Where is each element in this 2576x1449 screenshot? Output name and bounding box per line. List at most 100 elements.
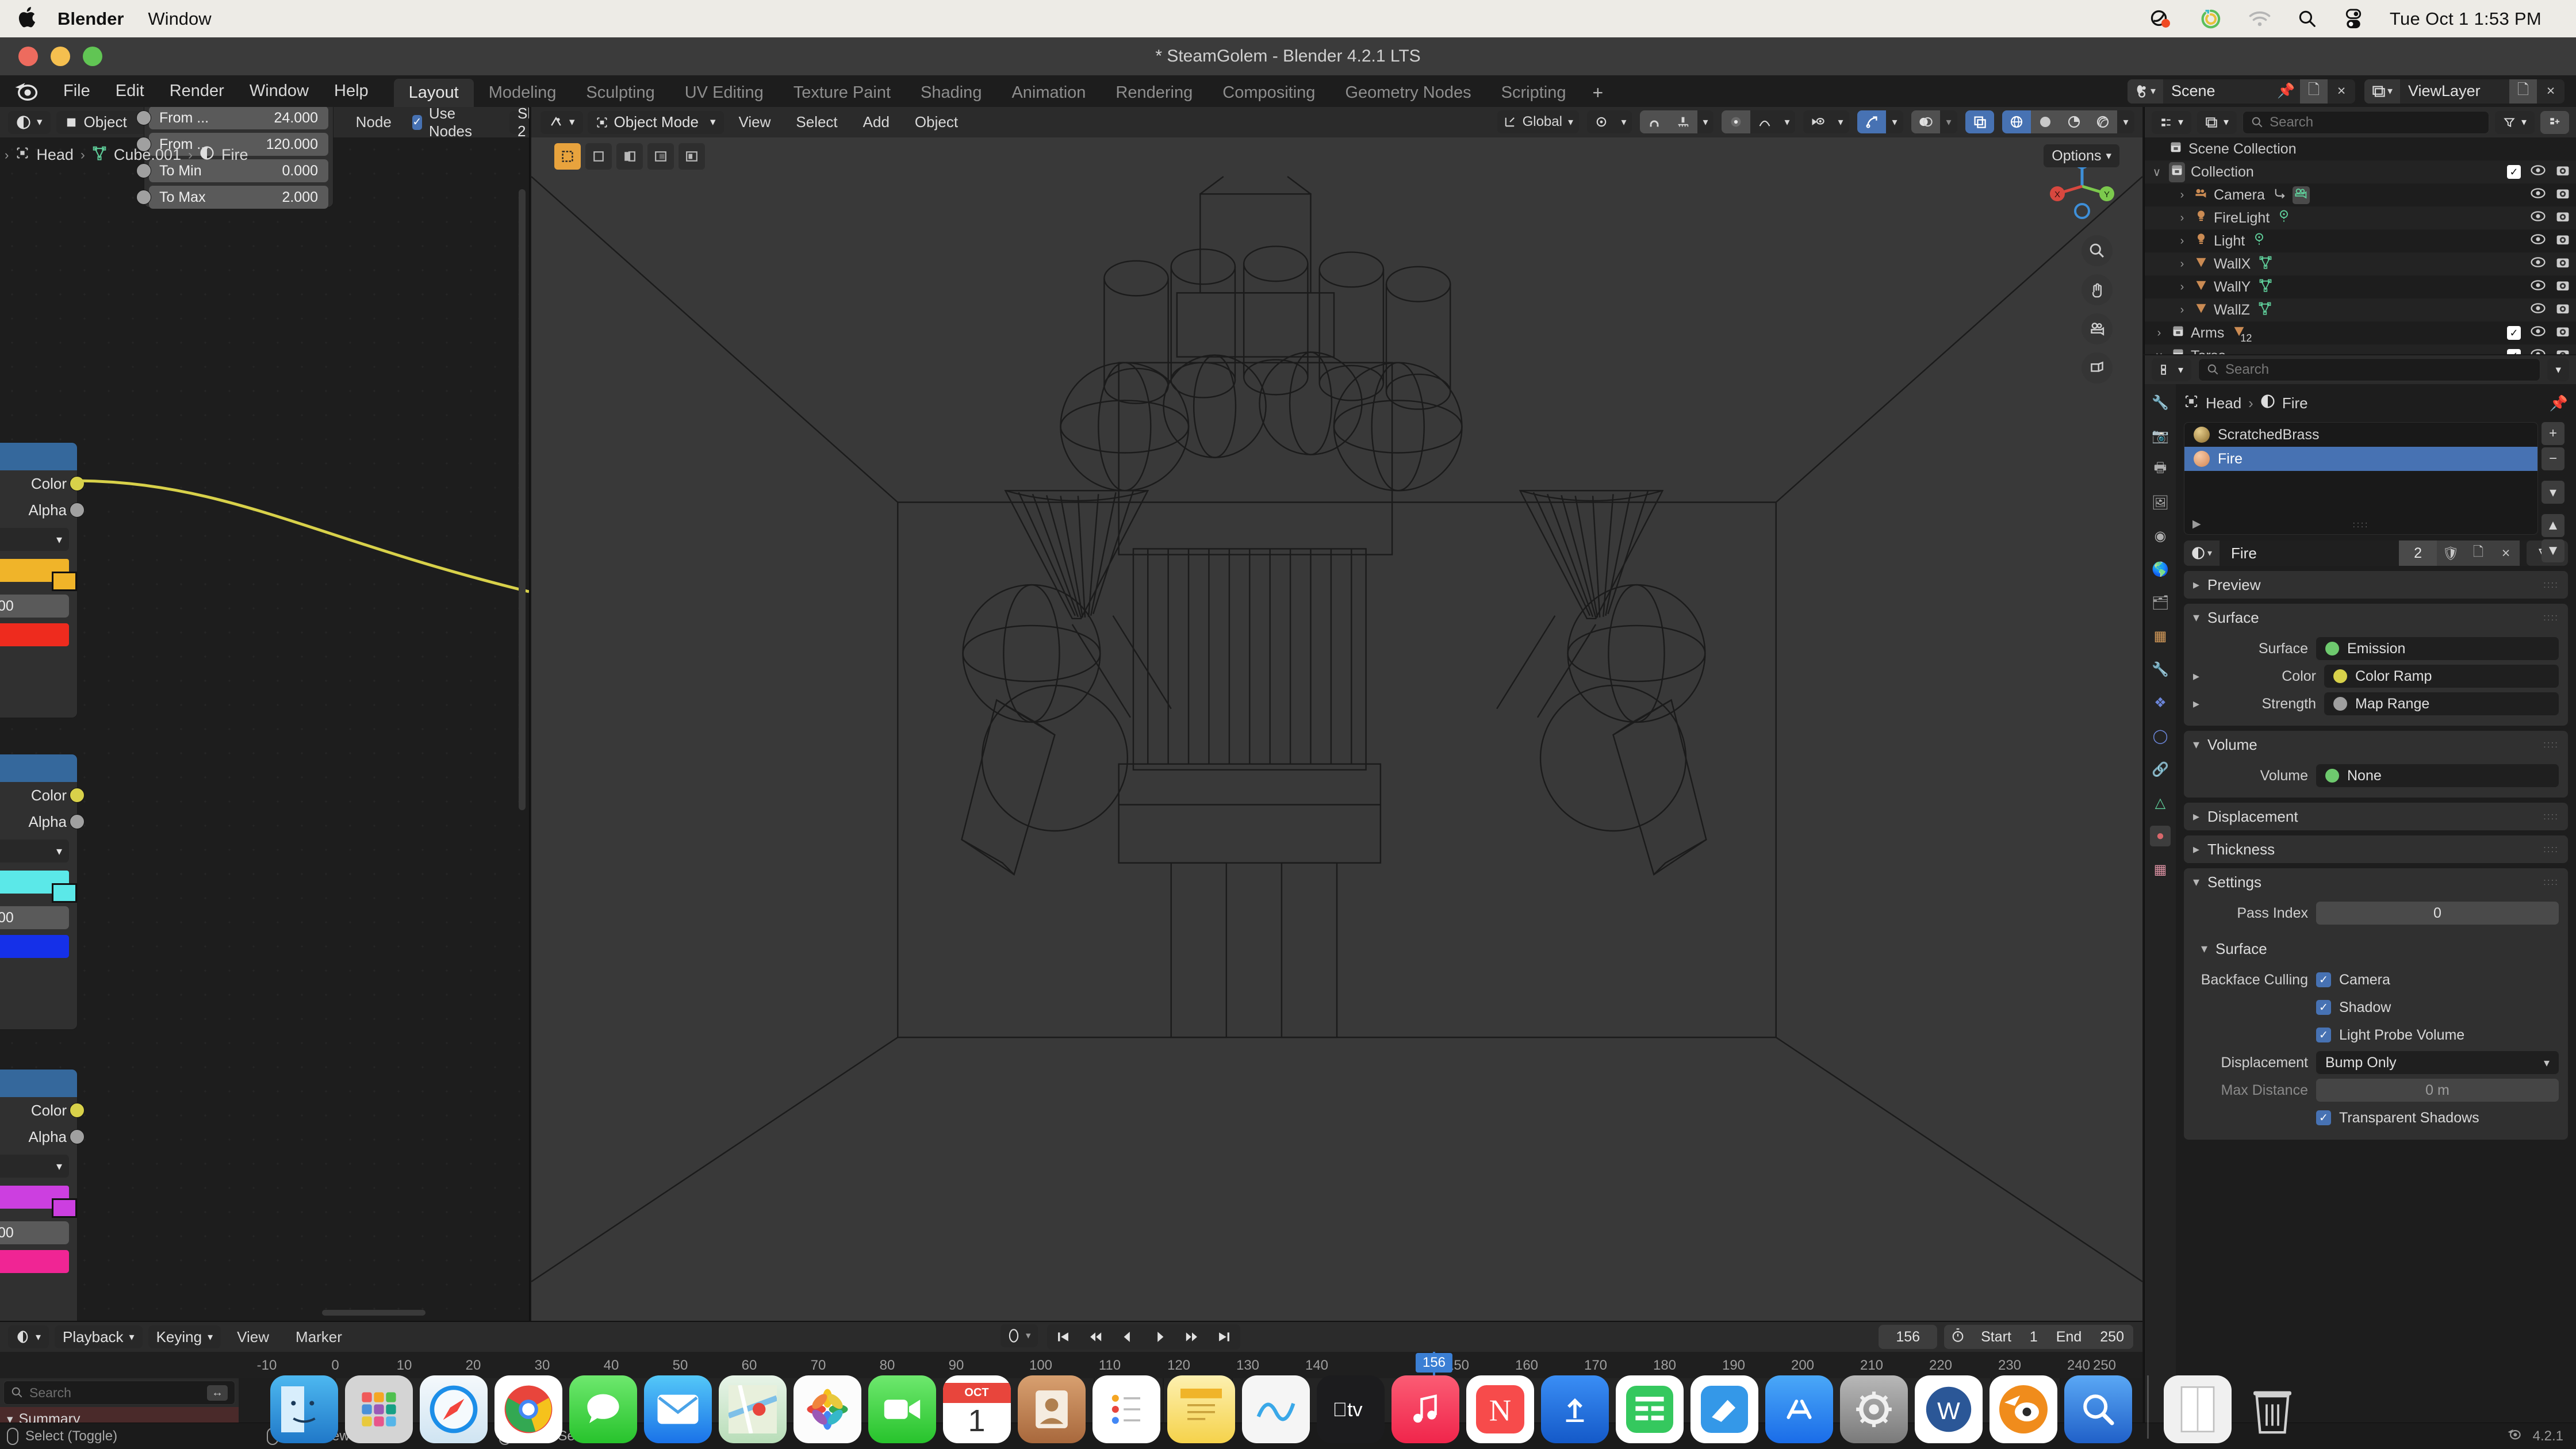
scene-selector[interactable]: ▾ Scene 📌 🗋 × <box>2128 79 2355 103</box>
select-box-tool-icon[interactable] <box>554 143 581 170</box>
eye-icon[interactable] <box>2530 256 2546 273</box>
tab-tool-icon[interactable]: 🔧 <box>2150 392 2171 413</box>
add-workspace-button[interactable]: + <box>1581 79 1615 107</box>
shader-menu-node[interactable]: Node <box>346 113 402 131</box>
outliner-filter-icon[interactable]: ▾ <box>2494 110 2535 134</box>
visibility-icon[interactable] <box>1803 110 1832 133</box>
channel-search-input[interactable]: Search ↔ <box>3 1381 235 1405</box>
expand-arrow[interactable]: › <box>2176 304 2188 317</box>
camera-data-icon[interactable] <box>2292 186 2310 204</box>
ramp-position-field-2[interactable]: 0.000 <box>0 906 69 929</box>
playback-menu[interactable]: Playback ▾ <box>55 1325 143 1348</box>
tab-object-icon[interactable]: ▦ <box>2150 626 2171 646</box>
material-datablock-bar[interactable]: ▾ Fire 2 🛡 🗋 × ▾ <box>2184 540 2568 566</box>
play-reverse-icon[interactable] <box>1111 1324 1144 1350</box>
backface-culling-camera-checkbox[interactable]: ✓ <box>2316 972 2331 987</box>
menu-file[interactable]: File <box>51 75 103 107</box>
macos-menu-blender[interactable]: Blender <box>57 9 124 29</box>
jump-end-icon[interactable] <box>1208 1324 1240 1350</box>
timeline-menu-marker[interactable]: Marker <box>285 1328 352 1346</box>
tab-material-icon[interactable]: ● <box>2150 826 2171 846</box>
expand-arrow[interactable]: › <box>2176 258 2188 271</box>
menu-render[interactable]: Render <box>157 75 237 107</box>
socket-color-out-3[interactable] <box>70 1103 85 1118</box>
thickness-panel-header[interactable]: ▸ Thickness :::: <box>2184 835 2568 863</box>
snap-icon[interactable] <box>1587 110 1616 133</box>
camera-render-icon[interactable] <box>2555 324 2570 342</box>
activity-ring-icon[interactable] <box>2200 8 2222 30</box>
crumb-material-name[interactable]: Fire <box>2282 394 2308 412</box>
tab-texture-paint[interactable]: Texture Paint <box>779 79 906 107</box>
anim-icon[interactable] <box>2273 187 2287 204</box>
light-data-icon[interactable] <box>2253 232 2266 250</box>
material-browse-icon[interactable]: ▾ <box>2184 540 2220 566</box>
eye-icon[interactable] <box>2530 233 2546 250</box>
proportional-edit-icon[interactable] <box>1669 110 1697 133</box>
expand-arrow[interactable]: › <box>2153 327 2165 340</box>
mesh-data-icon[interactable] <box>2259 255 2272 273</box>
viewport-menu-select[interactable]: Select <box>785 113 848 131</box>
exclude-checkbox[interactable]: ✓ <box>2507 165 2521 179</box>
surface-shader-field[interactable]: Emission <box>2316 637 2559 660</box>
tab-scripting[interactable]: Scripting <box>1486 79 1581 107</box>
menu-edit[interactable]: Edit <box>103 75 157 107</box>
pin-scene-icon[interactable]: 📌 <box>2272 79 2300 103</box>
end-value[interactable]: 250 <box>2091 1329 2133 1346</box>
color-ramp-3-output-alpha[interactable]: Alpha <box>0 1124 85 1150</box>
camera-render-icon[interactable] <box>2555 186 2570 204</box>
move-slot-up-button[interactable]: ▲ <box>2542 514 2564 537</box>
apple-menu-icon[interactable] <box>17 5 38 33</box>
eye-icon[interactable] <box>2530 279 2546 296</box>
socket-to-max[interactable] <box>136 190 151 205</box>
panel-drag-grip[interactable]: :::: <box>2543 579 2559 591</box>
outliner-display-mode-icon[interactable]: ▾ <box>2197 110 2237 134</box>
material-slot-row[interactable]: Fire <box>2184 447 2537 471</box>
panel-drag-grip[interactable]: :::: <box>2543 876 2559 888</box>
transform-orientation-group[interactable]: Global ▾ <box>1497 110 1579 133</box>
material-specials-button[interactable]: ▾ <box>2542 481 2564 504</box>
blender-logo-icon[interactable] <box>13 79 43 104</box>
socket-color-out-2[interactable] <box>70 788 85 803</box>
timeline-menu-view[interactable]: View <box>227 1328 279 1346</box>
panel-drag-grip[interactable]: :::: <box>2543 612 2559 623</box>
ramp-stop-handle-2[interactable] <box>52 883 77 903</box>
tab-modifier-icon[interactable]: 🔧 <box>2150 659 2171 680</box>
ramp-color-swatch-1[interactable] <box>0 623 69 646</box>
tab-constraint-icon[interactable]: 🔗 <box>2150 759 2171 780</box>
panel-drag-grip[interactable]: :::: <box>2543 811 2559 822</box>
shading-solid-icon[interactable] <box>2031 110 2060 133</box>
jump-start-icon[interactable] <box>1047 1324 1079 1350</box>
color-ramp-node-3-header[interactable] <box>0 1070 77 1097</box>
stopwatch-icon[interactable] <box>1944 1328 1972 1347</box>
expand-arrow[interactable]: › <box>2176 235 2188 248</box>
node-editor-horizontal-scrollbar[interactable] <box>322 1310 425 1316</box>
expand-arrow[interactable]: ∨ <box>2153 349 2165 355</box>
tab-animation[interactable]: Animation <box>996 79 1101 107</box>
socket-alpha-out[interactable] <box>70 503 85 518</box>
editor-type-properties-icon[interactable]: ▾ <box>2152 358 2192 381</box>
gizmo-icon[interactable] <box>1857 110 1886 133</box>
socket-to-min[interactable] <box>136 163 151 178</box>
ramp-stop-handle-1[interactable] <box>52 572 77 591</box>
viewport-menu-view[interactable]: View <box>729 113 781 131</box>
camera-render-icon[interactable] <box>2555 209 2570 227</box>
expand-arrow[interactable]: › <box>2176 212 2188 225</box>
breadcrumb-head[interactable]: Head <box>36 146 74 164</box>
color-ramp-1-output-alpha[interactable]: Alpha <box>0 497 85 523</box>
editor-type-3dview-icon[interactable]: ▾ <box>540 110 583 134</box>
ramp-position-field-1[interactable]: 0.000 <box>0 595 69 618</box>
expand-color-icon[interactable]: ▸ <box>2193 669 2208 684</box>
use-nodes-checkbox[interactable]: ✓ <box>412 114 422 130</box>
gizmo-group[interactable]: ▾ <box>1857 110 1903 133</box>
control-center-icon[interactable] <box>2344 8 2363 30</box>
new-viewlayer-icon[interactable]: 🗋 <box>2509 79 2537 103</box>
eye-icon[interactable] <box>2530 187 2546 204</box>
surface-panel[interactable]: ▾ Surface :::: Surface Emission ▸ Color … <box>2184 604 2568 726</box>
overlays-icon[interactable] <box>1911 110 1940 133</box>
viewlayer-selector[interactable]: ▾ ViewLayer 🗋 × <box>2364 79 2564 103</box>
menu-help[interactable]: Help <box>321 75 381 107</box>
displacement-dropdown[interactable]: Bump Only ▾ <box>2316 1051 2559 1074</box>
socket-color-out[interactable] <box>70 476 85 491</box>
material-slot-list[interactable]: ScratchedBrass Fire ▶ :::: <box>2184 422 2538 535</box>
displacement-panel-header[interactable]: ▸ Displacement :::: <box>2184 803 2568 830</box>
